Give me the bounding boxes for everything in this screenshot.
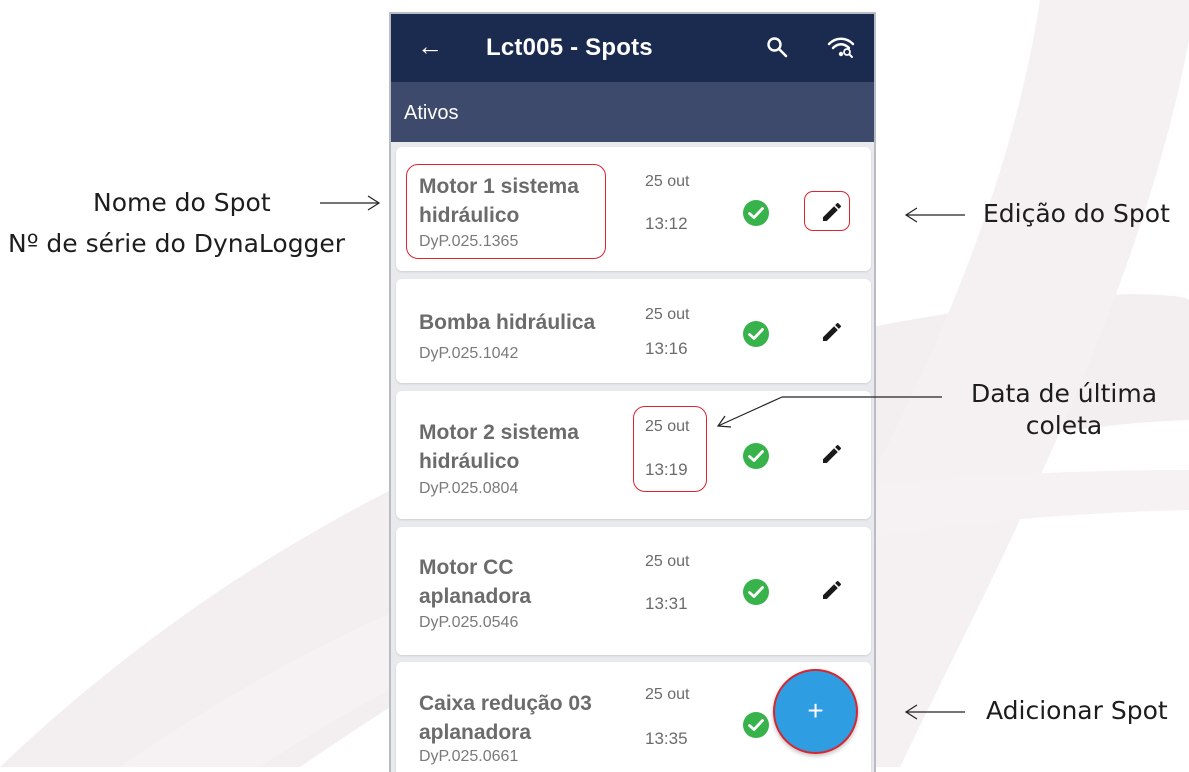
status-ok-icon (743, 200, 769, 226)
edit-pencil-icon[interactable] (820, 578, 844, 602)
annotation-serial-number: Nº de série do DynaLogger (8, 229, 346, 258)
back-arrow-icon[interactable]: ← (417, 33, 443, 59)
spot-name-line: aplanadora (419, 585, 532, 608)
spot-name-line: Bomba hidráulica (419, 311, 596, 334)
section-header: Ativos (391, 82, 874, 142)
status-ok-icon (743, 443, 769, 469)
arrow-left-icon (904, 207, 965, 223)
app-bar: ← Lct005 - Spots (391, 14, 874, 82)
annotation-spot-name: Nome do Spot (93, 188, 271, 217)
highlight-edit-button (804, 191, 850, 231)
spot-serial: DyP.025.0661 (419, 748, 519, 765)
wifi-search-icon[interactable] (827, 37, 855, 59)
spot-name-line: aplanadora (419, 721, 532, 744)
spot-card[interactable]: Bomba hidráulica DyP.025.1042 25 out 13:… (396, 279, 871, 383)
section-label: Ativos (404, 102, 459, 124)
status-ok-icon (743, 321, 769, 347)
arrow-right-icon (320, 195, 381, 211)
spot-name-line: Motor 2 sistema (419, 421, 579, 444)
spot-last-time: 13:16 (645, 339, 688, 358)
arrow-left-icon (904, 704, 965, 720)
annotation-last-date-line: Data de última (970, 379, 1158, 408)
highlight-last-date (633, 406, 707, 492)
spot-name: Motor CC aplanadora (419, 553, 629, 611)
annotation-edit: Edição do Spot (983, 199, 1170, 228)
spot-last-time: 13:35 (645, 729, 688, 748)
edit-pencil-icon[interactable] (820, 442, 844, 466)
status-ok-icon (743, 712, 769, 738)
spot-last-date: 25 out (645, 553, 690, 570)
spot-last-time: 13:12 (645, 214, 688, 233)
edit-pencil-icon[interactable] (820, 320, 844, 344)
spot-name-line: Motor CC (419, 556, 514, 579)
spot-last-date: 25 out (645, 173, 690, 190)
search-icon[interactable] (765, 35, 789, 59)
spot-name: Caixa redução 03 aplanadora (419, 689, 629, 747)
spot-serial: DyP.025.0546 (419, 614, 519, 631)
spot-name: Bomba hidráulica (419, 308, 629, 337)
spot-serial: DyP.025.0804 (419, 480, 519, 497)
highlight-spot-name (406, 164, 606, 259)
spot-card[interactable]: Motor CC aplanadora DyP.025.0546 25 out … (396, 527, 871, 655)
spot-name: Motor 2 sistema hidráulico (419, 418, 629, 476)
spot-last-time: 13:31 (645, 594, 688, 613)
status-ok-icon (743, 579, 769, 605)
page-title: Lct005 - Spots (486, 34, 653, 61)
annotation-last-date: Data de última coleta (968, 378, 1160, 442)
add-spot-button[interactable]: + (773, 669, 858, 754)
spot-last-date: 25 out (645, 686, 690, 703)
spot-name-line: hidráulico (419, 450, 520, 473)
annotation-add: Adicionar Spot (986, 696, 1168, 725)
spot-name-line: Caixa redução 03 (419, 692, 592, 715)
arrow-diagonal-icon (716, 396, 942, 428)
spot-last-date: 25 out (645, 306, 690, 323)
spot-serial: DyP.025.1042 (419, 345, 519, 362)
annotation-last-date-line: coleta (1025, 411, 1103, 440)
